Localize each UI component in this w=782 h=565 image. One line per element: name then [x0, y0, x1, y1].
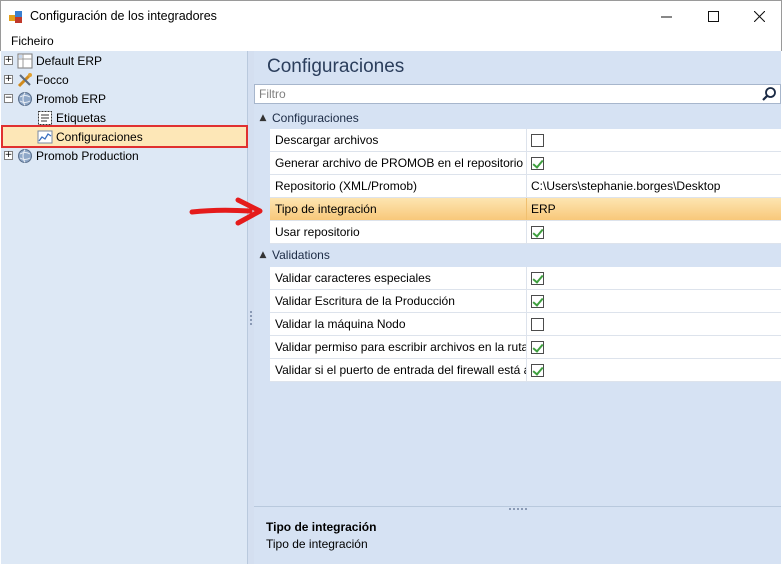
prop-row[interactable]: Repositorio (XML/Promob) C:\Users\stepha… [270, 175, 781, 198]
prop-value[interactable] [527, 313, 781, 335]
checkbox-checked[interactable] [531, 294, 544, 308]
prop-name: Validar permiso para escribir archivos e… [270, 336, 527, 358]
tree-item-promob-erp[interactable]: − Promob ERP [4, 89, 106, 108]
expand-icon[interactable]: + [4, 151, 13, 160]
expand-icon[interactable]: + [4, 75, 13, 84]
prop-name: Validar Escritura de la Producción [270, 290, 527, 312]
description-text: Tipo de integración [266, 537, 368, 551]
prop-name: Validar si el puerto de entrada del fire… [270, 359, 527, 381]
collapse-caret-icon[interactable]: ▲ [254, 113, 272, 123]
menu-ficheiro[interactable]: Ficheiro [11, 34, 54, 48]
prop-name: Usar repositorio [270, 221, 527, 243]
prop-row[interactable]: Validar caracteres especiales [270, 267, 781, 290]
tree-item-label: Etiquetas [56, 110, 107, 125]
splitter-grip-icon [250, 311, 252, 325]
checkbox[interactable] [531, 317, 544, 331]
menu-bar: Ficheiro [0, 32, 782, 51]
category-configuraciones[interactable]: ▲ Configuraciones [254, 108, 781, 128]
tree-item-label: Focco [36, 72, 69, 87]
filter-placeholder: Filtro [259, 87, 286, 101]
app-icon [9, 11, 22, 23]
splitter-grip-icon [509, 508, 527, 511]
title-bar: Configuración de los integradores [0, 0, 782, 32]
tree-item-label: Promob ERP [36, 91, 107, 106]
prop-row-selected[interactable]: Tipo de integración ERP [270, 198, 781, 221]
minimize-icon [660, 16, 672, 18]
label-icon [37, 110, 53, 126]
prop-value[interactable] [527, 267, 781, 289]
tools-icon [17, 72, 33, 88]
prop-name: Repositorio (XML/Promob) [270, 175, 527, 197]
minimize-button[interactable] [643, 1, 689, 32]
description-panel: Tipo de integración Tipo de integración [254, 513, 781, 564]
filter-input[interactable]: Filtro [254, 84, 781, 104]
tree-item-promob-production[interactable]: + Promob Production [4, 146, 139, 165]
prop-value[interactable] [527, 359, 781, 381]
category-validations[interactable]: ▲ Validations [254, 245, 781, 265]
tree-item-configuraciones[interactable]: Configuraciones [1, 125, 248, 148]
tree-item-label: Configuraciones [56, 129, 143, 144]
tree-item-focco[interactable]: + Focco [4, 70, 69, 89]
prop-row[interactable]: Descargar archivos [270, 129, 781, 152]
prop-name: Validar la máquina Nodo [270, 313, 527, 335]
close-button[interactable] [736, 1, 782, 32]
prop-name: Validar caracteres especiales [270, 267, 527, 289]
prop-value[interactable] [527, 221, 781, 243]
description-splitter[interactable] [254, 506, 781, 513]
checkbox-checked[interactable] [531, 340, 544, 354]
tree-pane: + Default ERP + Focco − Promob ERP Etiqu… [1, 51, 248, 564]
category-label: Validations [272, 248, 330, 262]
category-label: Configuraciones [272, 111, 359, 125]
prop-value[interactable] [527, 129, 781, 151]
checkbox-checked[interactable] [531, 156, 544, 170]
prop-row[interactable]: Generar archivo de PROMOB en el reposito… [270, 152, 781, 175]
prop-name: Generar archivo de PROMOB en el reposito… [270, 152, 527, 174]
prop-row[interactable]: Validar si el puerto de entrada del fire… [270, 359, 781, 382]
prop-value-text[interactable]: ERP [527, 198, 781, 220]
checkbox[interactable] [531, 133, 544, 147]
property-grid: ▲ Configuraciones Descargar archivos Gen… [254, 108, 781, 383]
globe-icon [17, 91, 33, 107]
search-icon[interactable] [761, 86, 777, 102]
prop-value-text[interactable]: C:\Users\stephanie.borges\Desktop [527, 175, 781, 197]
properties-pane: Configuraciones Filtro ▲ Configuraciones… [254, 51, 781, 564]
prop-row[interactable]: Validar la máquina Nodo [270, 313, 781, 336]
collapse-caret-icon[interactable]: ▲ [254, 250, 272, 260]
tree-item-default-erp[interactable]: + Default ERP [4, 51, 102, 70]
checkbox-checked[interactable] [531, 363, 544, 377]
description-title: Tipo de integración [266, 520, 377, 534]
prop-value[interactable] [527, 336, 781, 358]
checkbox-checked[interactable] [531, 225, 544, 239]
expand-icon[interactable]: + [4, 56, 13, 65]
chart-icon [37, 129, 53, 145]
grid-icon [17, 53, 33, 69]
prop-value[interactable] [527, 152, 781, 174]
prop-name: Tipo de integración [270, 198, 527, 220]
prop-row[interactable]: Usar repositorio [270, 221, 781, 244]
annotation-arrow-icon [189, 197, 263, 226]
page-title: Configuraciones [267, 56, 405, 77]
maximize-button[interactable] [690, 1, 736, 32]
close-icon [753, 11, 765, 22]
prop-row[interactable]: Validar permiso para escribir archivos e… [270, 336, 781, 359]
prop-value[interactable] [527, 290, 781, 312]
globe-icon [17, 148, 33, 164]
prop-name: Descargar archivos [270, 129, 527, 151]
tree-item-label: Default ERP [36, 53, 103, 68]
maximize-icon [707, 11, 719, 22]
tree-item-label: Promob Production [36, 148, 139, 163]
prop-row[interactable]: Validar Escritura de la Producción [270, 290, 781, 313]
checkbox-checked[interactable] [531, 271, 544, 285]
collapse-icon[interactable]: − [4, 94, 13, 103]
window-title: Configuración de los integradores [30, 9, 217, 23]
